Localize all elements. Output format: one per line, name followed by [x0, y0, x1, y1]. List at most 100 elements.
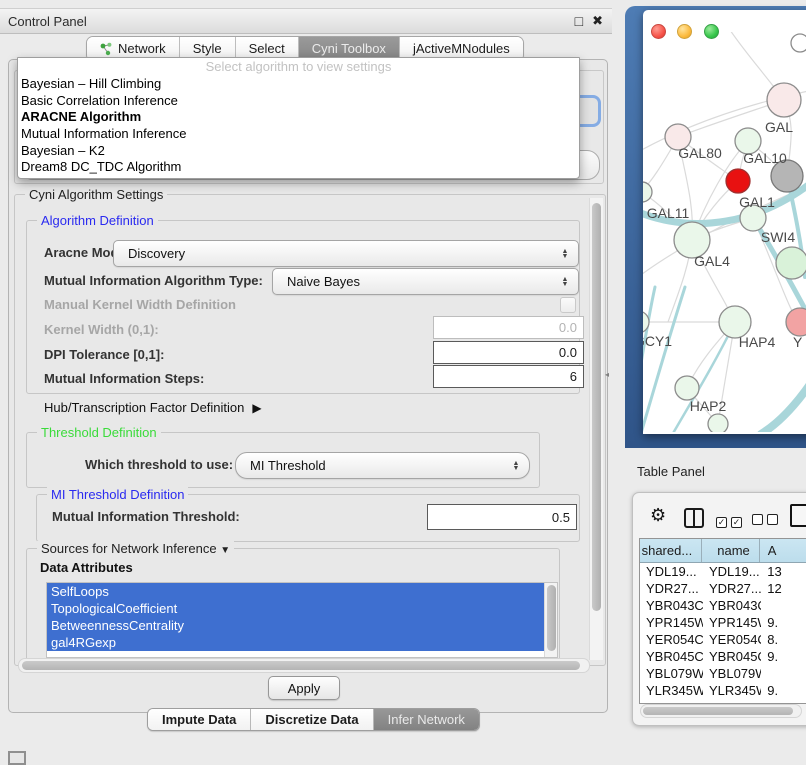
settings-horizontal-scrollbar[interactable] — [18, 658, 590, 673]
threshold-definition-title: Threshold Definition — [37, 425, 161, 440]
data-attributes-list[interactable]: SelfLoops TopologicalCoefficient Between… — [46, 582, 558, 658]
network-node[interactable] — [767, 83, 801, 117]
mi-type-label: Mutual Information Algorithm Type: — [44, 269, 263, 293]
gear-icon[interactable]: ⚙ — [650, 506, 666, 524]
column-browser-icon[interactable] — [684, 508, 704, 528]
hub-definition-label: Hub/Transcription Factor Definition — [44, 400, 244, 415]
table-row[interactable]: YDR27...YDR27...12 — [640, 580, 806, 597]
which-threshold-combobox[interactable]: MI Threshold ▲▼ — [235, 452, 530, 479]
attributes-list-scrollbar[interactable] — [544, 583, 557, 657]
expand-arrow-icon[interactable]: ▶ — [252, 401, 261, 415]
list-item-topologicalcoefficient[interactable]: TopologicalCoefficient — [47, 600, 547, 617]
table-header-row: shared... name A — [640, 539, 806, 563]
mi-type-value: Naive Bayes — [273, 274, 556, 289]
mi-threshold-field[interactable]: 0.5 — [427, 504, 577, 530]
control-panel-titlebar: Control Panel □ ✖ — [0, 8, 612, 34]
collapse-arrow-icon[interactable]: ▼ — [220, 545, 230, 556]
table-row[interactable]: YBR043CYBR043C — [640, 597, 806, 614]
tab-infer-network[interactable]: Infer Network — [373, 709, 479, 730]
apply-button[interactable]: Apply — [268, 676, 340, 700]
hub-definition-expander[interactable]: Hub/Transcription Factor Definition ▶ — [44, 400, 262, 415]
combo-stepper-icon: ▲▼ — [556, 277, 578, 287]
tab-label: Network — [118, 41, 166, 56]
data-attributes-label: Data Attributes — [40, 556, 133, 580]
which-threshold-value: MI Threshold — [236, 458, 507, 473]
mi-steps-field[interactable]: 6 — [433, 365, 584, 388]
table-hscrollbar-thumb[interactable] — [643, 707, 793, 715]
algorithm-definition-title: Algorithm Definition — [37, 213, 158, 228]
aracne-mode-combobox[interactable]: Discovery ▲▼ — [113, 240, 579, 267]
collapsed-panel-button[interactable] — [8, 751, 26, 765]
table-mode-icon[interactable] — [790, 504, 806, 527]
node-label-gal10: GAL10 — [743, 150, 787, 166]
dropdown-item-mutual-information[interactable]: Mutual Information Inference — [18, 126, 579, 143]
tab-label: jActiveMNodules — [413, 41, 510, 56]
tab-label: Select — [249, 41, 285, 56]
algorithm-dropdown-popup: Select algorithm to view settings Bayesi… — [17, 57, 580, 179]
node-label-y: Y — [793, 334, 803, 350]
divider-collapse-icon[interactable]: ◂ — [605, 370, 609, 379]
manual-kernel-checkbox[interactable] — [560, 297, 576, 313]
dropdown-item-aracne[interactable]: ARACNE Algorithm — [18, 109, 579, 126]
node-label-hap2: HAP2 — [690, 398, 727, 414]
manual-kernel-label: Manual Kernel Width Definition — [44, 293, 236, 317]
tab-discretize-data[interactable]: Discretize Data — [250, 709, 372, 730]
kernel-width-field[interactable]: 0.0 — [433, 316, 584, 339]
dpi-tolerance-field[interactable]: 0.0 — [433, 341, 584, 364]
attributes-scrollbar-thumb[interactable] — [547, 585, 556, 651]
network-canvas[interactable]: GAL GAL80 GAL10 GAL1 GAL11 SWI4 GAL4 GCY… — [643, 32, 806, 432]
column-header-shared-name[interactable]: shared... — [640, 539, 702, 562]
list-item-betweennesscentrality[interactable]: BetweennessCentrality — [47, 617, 547, 634]
network-node-hap2[interactable] — [675, 376, 699, 400]
settings-scrollbar-thumb[interactable] — [592, 203, 601, 611]
table-panel-title: Table Panel — [637, 464, 705, 479]
table-row[interactable]: YBL079WYBL079W — [640, 665, 806, 682]
network-tab-icon — [100, 42, 112, 56]
network-node-red[interactable] — [726, 169, 750, 193]
dropdown-placeholder: Select algorithm to view settings — [18, 58, 579, 76]
tab-label: Cyni Toolbox — [312, 41, 386, 56]
list-item-selfloops[interactable]: SelfLoops — [47, 583, 547, 600]
unchecked-box-icon — [767, 514, 778, 525]
checked-box-icon: ✓ — [731, 517, 742, 528]
mi-threshold-title: MI Threshold Definition — [47, 487, 188, 502]
mi-steps-label: Mutual Information Steps: — [44, 367, 204, 391]
column-header-name[interactable]: name — [702, 539, 760, 562]
settings-hscrollbar-thumb[interactable] — [22, 661, 580, 670]
column-header-partial[interactable]: A — [760, 539, 806, 562]
float-window-icon[interactable]: □ — [575, 13, 583, 29]
table-row[interactable]: YLR345WYLR345W9. — [640, 682, 806, 699]
dropdown-item-bayesian-hill-climbing[interactable]: Bayesian – Hill Climbing — [18, 76, 579, 93]
deselect-all-icon[interactable] — [752, 512, 782, 530]
table-row[interactable]: YBR045CYBR045C9. — [640, 648, 806, 665]
node-label-gal4: GAL4 — [694, 253, 730, 269]
settings-vertical-scrollbar[interactable] — [589, 198, 603, 660]
close-window-icon[interactable]: ✖ — [592, 13, 603, 29]
tab-label: Discretize Data — [265, 712, 358, 727]
network-node[interactable] — [791, 34, 806, 52]
sources-group-title[interactable]: Sources for Network Inference ▼ — [37, 541, 234, 556]
dropdown-item-basic-correlation[interactable]: Basic Correlation Inference — [18, 93, 579, 110]
settings-group-title: Cyni Algorithm Settings — [25, 187, 167, 202]
network-node-salmon[interactable] — [786, 308, 806, 336]
tab-label: Impute Data — [162, 712, 236, 727]
list-item-gal4rgexp[interactable]: gal4RGexp — [47, 634, 547, 651]
dropdown-item-bayesian-k2[interactable]: Bayesian – K2 — [18, 143, 579, 160]
sources-title-text: Sources for Network Inference — [41, 541, 217, 556]
node-label-gal: GAL — [765, 119, 793, 135]
table-horizontal-scrollbar[interactable] — [640, 704, 802, 718]
network-node[interactable] — [776, 247, 806, 279]
table-row[interactable]: YER054CYER054C8. — [640, 631, 806, 648]
node-label-gal1: GAL1 — [739, 194, 775, 210]
dpi-tolerance-label: DPI Tolerance [0,1]: — [44, 343, 164, 367]
tab-label: Infer Network — [388, 712, 465, 727]
mi-steps-value: 6 — [570, 369, 577, 384]
mi-type-combobox[interactable]: Naive Bayes ▲▼ — [272, 268, 579, 295]
dropdown-item-dream8[interactable]: Dream8 DC_TDC Algorithm — [18, 159, 579, 176]
network-node[interactable] — [708, 414, 728, 432]
control-panel-title: Control Panel — [0, 14, 575, 29]
table-row[interactable]: YDL19...YDL19...13 — [640, 563, 806, 580]
select-all-icon[interactable]: ✓✓ — [716, 512, 746, 530]
table-row[interactable]: YPR145WYPR145W9. — [640, 614, 806, 631]
tab-impute-data[interactable]: Impute Data — [148, 709, 250, 730]
